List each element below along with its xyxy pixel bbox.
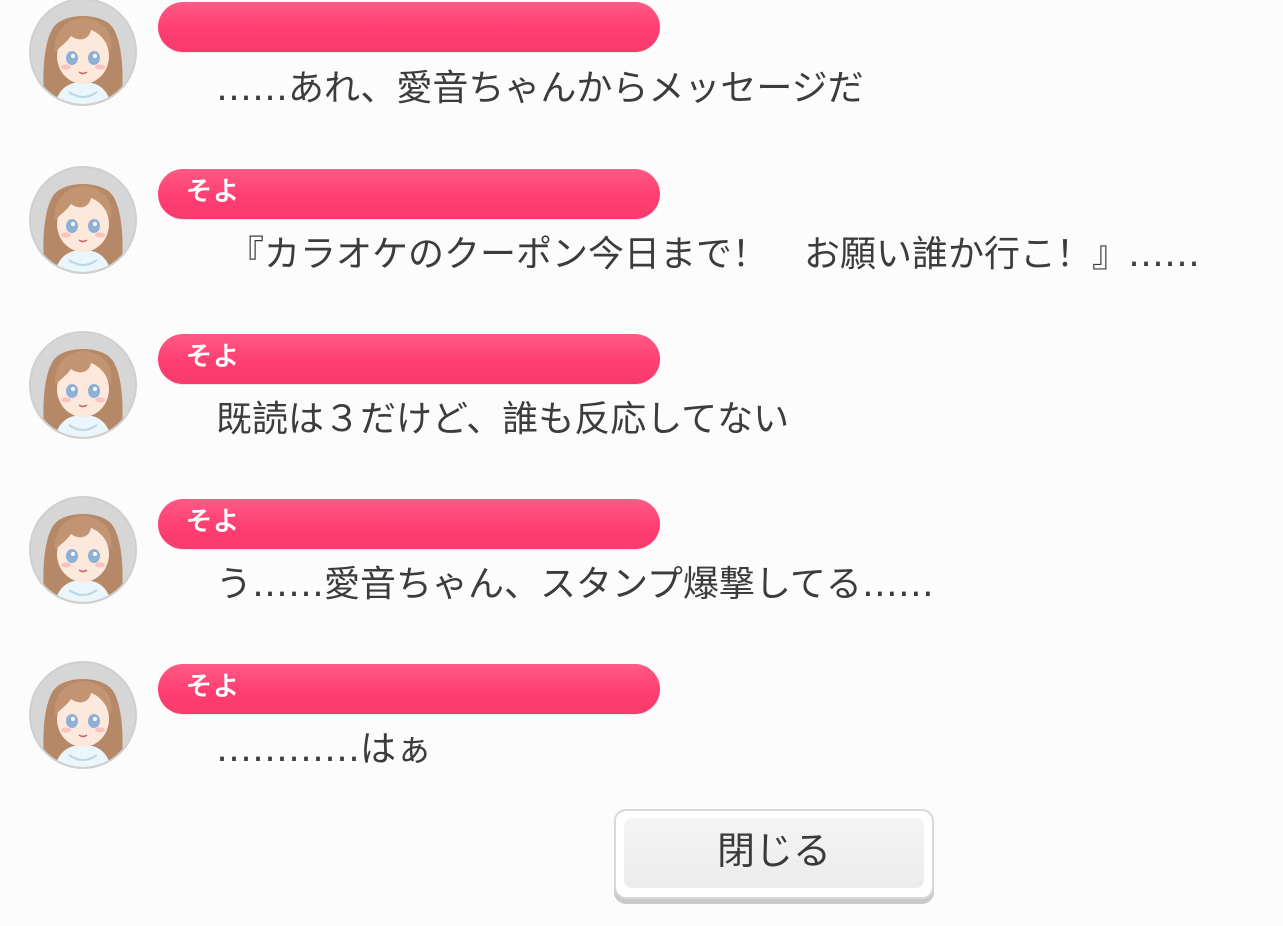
character-portrait-icon bbox=[31, 333, 135, 437]
message-text: 既読は３だけど、誰も反応してない bbox=[216, 399, 790, 440]
speaker-name: そよ bbox=[186, 342, 241, 372]
speaker-name: そよ bbox=[186, 177, 241, 207]
character-portrait-icon bbox=[31, 168, 135, 272]
log-entry: そよ …………はぁ bbox=[0, 661, 1283, 771]
close-button[interactable]: 閉じる bbox=[614, 809, 934, 899]
message-text: 『カラオケのクーポン今日まで！ お願い誰か行こ！』…… bbox=[228, 234, 1201, 275]
speaker-name-bar: そよ bbox=[158, 499, 660, 549]
speaker-name-bar bbox=[158, 2, 660, 52]
message-text: ……あれ、愛音ちゃんからメッセージだ bbox=[216, 68, 864, 109]
speaker-name-bar: そよ bbox=[158, 169, 660, 219]
speaker-name: そよ bbox=[186, 507, 241, 537]
character-portrait-icon bbox=[31, 0, 135, 104]
close-button-label: 閉じる bbox=[716, 829, 831, 873]
log-entry: そよ 『カラオケのクーポン今日まで！ お願い誰か行こ！』…… bbox=[0, 166, 1283, 276]
speaker-name-bar: そよ bbox=[158, 334, 660, 384]
message-text: う……愛音ちゃん、スタンプ爆撃してる…… bbox=[216, 564, 934, 605]
speaker-name: そよ bbox=[186, 672, 241, 702]
character-portrait-icon bbox=[31, 498, 135, 602]
speaker-name-bar: そよ bbox=[158, 664, 660, 714]
log-entry: そよ う……愛音ちゃん、スタンプ爆撃してる…… bbox=[0, 496, 1283, 606]
backlog-window: ……あれ、愛音ちゃんからメッセージだ そよ 『カラオケのクーポン今日まで！ お願… bbox=[0, 0, 1283, 926]
character-portrait-icon bbox=[31, 663, 135, 767]
message-text: …………はぁ bbox=[216, 729, 433, 770]
log-entry: ……あれ、愛音ちゃんからメッセージだ bbox=[0, 0, 1283, 109]
log-entry: そよ 既読は３だけど、誰も反応してない bbox=[0, 331, 1283, 441]
